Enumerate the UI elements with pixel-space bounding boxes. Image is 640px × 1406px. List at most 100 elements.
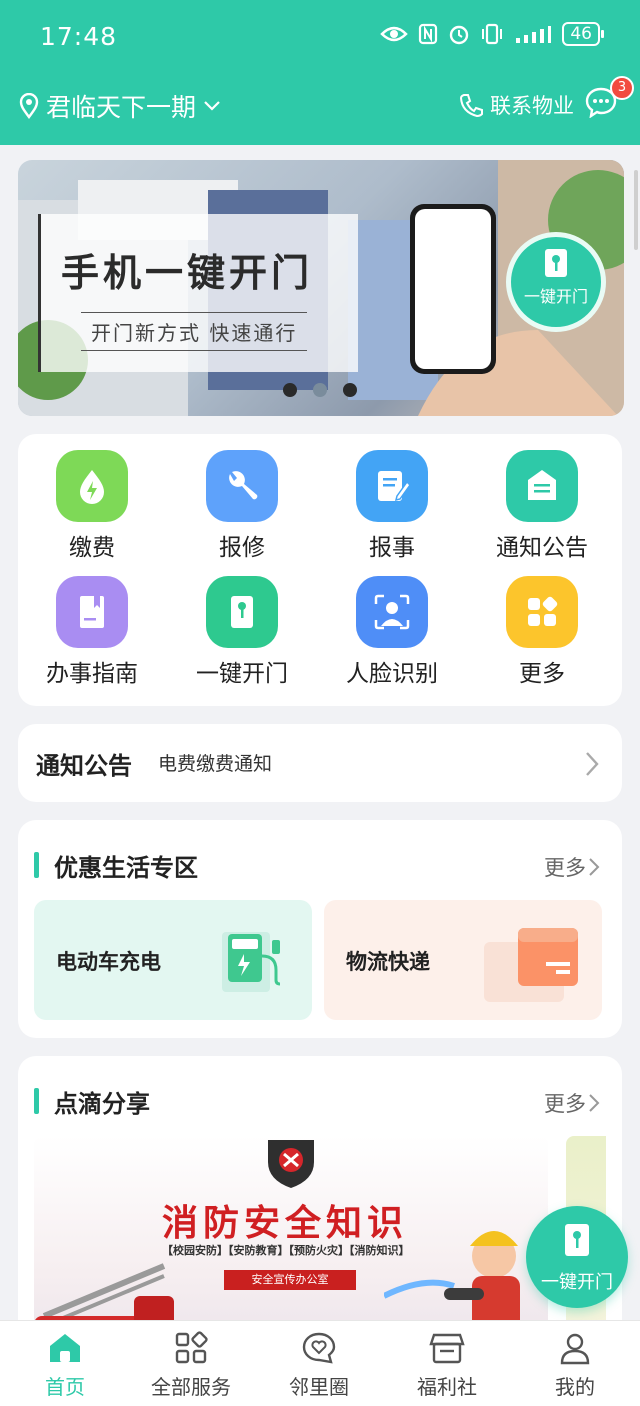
share-more-link[interactable]: 更多: [544, 1088, 600, 1118]
service-label: 办事指南: [46, 661, 138, 687]
package-box-icon: [484, 928, 578, 1002]
poster-title: 消防安全知识: [162, 1203, 409, 1244]
key-card-icon: [545, 249, 567, 277]
life-section: 优惠生活专区 更多 电动车充电 物流快递: [18, 820, 622, 1038]
tab-label: 邻里圈: [289, 1375, 349, 1399]
face-scan-icon: [356, 576, 428, 648]
bottom-tab-bar: 首页 全部服务 邻里圈 福利社 我的: [0, 1320, 640, 1406]
status-icons: 46: [380, 22, 604, 46]
grid-more-icon: [506, 576, 578, 648]
life-tile-logistics[interactable]: 物流快递: [324, 900, 602, 1020]
fire-department-emblem-icon: [268, 1140, 314, 1188]
service-unlock[interactable]: 一键开门: [172, 576, 312, 688]
tab-home[interactable]: 首页: [10, 1331, 120, 1400]
life-section-header: 优惠生活专区: [34, 848, 334, 882]
banner-unlock-badge: 一键开门: [506, 232, 606, 332]
banner-subtitle: 开门新方式 快速通行: [81, 312, 308, 351]
status-bar: 17:48 46: [0, 0, 640, 75]
profile-icon: [560, 1333, 590, 1365]
service-grid: 缴费 报修 报事 通知公告 办事指南 一键开门 人脸识别 更多: [18, 434, 622, 706]
banner-pagination: [283, 383, 357, 397]
scrollbar[interactable]: [634, 170, 638, 250]
phone-icon: [459, 94, 483, 118]
tab-all-services[interactable]: 全部服务: [136, 1331, 246, 1400]
service-label: 更多: [519, 661, 565, 687]
service-payment[interactable]: 缴费: [22, 450, 162, 562]
vibrate-icon: [482, 23, 503, 45]
service-more[interactable]: 更多: [472, 576, 612, 688]
wrench-icon: [206, 450, 278, 522]
shop-icon: [429, 1333, 465, 1364]
battery-indicator: 46: [562, 22, 604, 46]
share-section: 点滴分享 更多 消防安全知识 【校园安防】【安防教育】【预防火灾】【消防知识】 …: [18, 1056, 622, 1366]
notice-bar[interactable]: 通知公告 电费缴费通知: [18, 724, 622, 802]
quick-unlock-fab[interactable]: 一键开门: [526, 1206, 628, 1308]
tab-welfare[interactable]: 福利社: [392, 1331, 502, 1400]
location-pin-icon: [19, 93, 39, 119]
service-face-recognition[interactable]: 人脸识别: [322, 576, 462, 688]
quick-unlock-label: 一键开门: [541, 1272, 613, 1293]
service-label: 报修: [219, 535, 265, 561]
tab-label: 福利社: [417, 1375, 477, 1399]
banner-dot[interactable]: [343, 383, 357, 397]
life-tile-label: 电动车充电: [56, 950, 161, 974]
service-guide[interactable]: 办事指南: [22, 576, 162, 688]
key-card-icon: [206, 576, 278, 648]
contact-property-button[interactable]: 联系物业: [458, 90, 574, 120]
tab-profile[interactable]: 我的: [520, 1331, 630, 1400]
service-label: 人脸识别: [346, 661, 438, 687]
eye-icon: [380, 26, 409, 42]
signal-icon: [516, 26, 552, 43]
chevron-right-icon: [589, 858, 600, 876]
service-label: 缴费: [69, 535, 115, 561]
notice-latest-text: 电费缴费通知: [158, 753, 273, 775]
charging-station-icon: [222, 932, 281, 992]
service-label: 一键开门: [196, 661, 288, 687]
chevron-down-icon: [204, 101, 220, 111]
service-repair[interactable]: 报修: [172, 450, 312, 562]
life-tile-ev-charging[interactable]: 电动车充电: [34, 900, 312, 1020]
share-section-title: 点滴分享: [54, 1090, 150, 1118]
tab-neighborhood[interactable]: 邻里圈: [264, 1331, 374, 1400]
banner-dot-active[interactable]: [313, 383, 327, 397]
notice-title: 通知公告: [36, 752, 132, 780]
service-label: 通知公告: [496, 535, 588, 561]
phone-illustration: [410, 204, 496, 374]
home-icon: [50, 1334, 80, 1362]
banner-title: 手机一键开门: [61, 251, 314, 295]
service-report[interactable]: 报事: [322, 450, 462, 562]
nfc-icon: [419, 23, 438, 45]
location-bar: 君临天下一期 联系物业 3: [0, 76, 640, 130]
neighborhood-heart-icon: [302, 1332, 336, 1364]
document-edit-icon: [356, 450, 428, 522]
tab-label: 首页: [45, 1375, 85, 1399]
banner-unlock-label: 一键开门: [523, 287, 588, 306]
life-more-link[interactable]: 更多: [544, 852, 600, 882]
life-section-title: 优惠生活专区: [54, 854, 198, 882]
service-label: 报事: [369, 535, 415, 561]
poster-tags: 【校园安防】【安防教育】【预防火灾】【消防知识】: [162, 1244, 410, 1257]
key-card-icon: [565, 1224, 589, 1256]
community-name: 君临天下一期: [46, 93, 197, 122]
community-selector[interactable]: 君临天下一期: [18, 88, 222, 124]
share-section-header: 点滴分享: [34, 1084, 334, 1118]
tab-label: 我的: [555, 1375, 595, 1399]
poster-ribbon: 安全宣传办公室: [224, 1270, 356, 1290]
message-count-badge: 3: [610, 76, 634, 100]
water-drop-icon: [56, 450, 128, 522]
chevron-right-icon: [589, 1094, 600, 1112]
life-tile-label: 物流快递: [346, 950, 430, 974]
notice-board-icon: [506, 450, 578, 522]
banner-dot[interactable]: [283, 383, 297, 397]
promo-banner[interactable]: 手机一键开门 开门新方式 快速通行 一键开门: [18, 160, 624, 416]
service-notices[interactable]: 通知公告: [472, 450, 612, 562]
services-grid-icon: [175, 1331, 208, 1364]
app-header: 17:48 46 君临天下一期 联系物业 3: [0, 0, 640, 145]
chevron-right-icon: [586, 752, 599, 776]
book-icon: [56, 576, 128, 648]
banner-caption-card: 手机一键开门 开门新方式 快速通行: [38, 214, 358, 372]
alarm-icon: [450, 25, 469, 45]
tab-label: 全部服务: [151, 1375, 231, 1399]
status-time: 17:48: [40, 22, 118, 51]
contact-property-label: 联系物业: [490, 94, 574, 118]
